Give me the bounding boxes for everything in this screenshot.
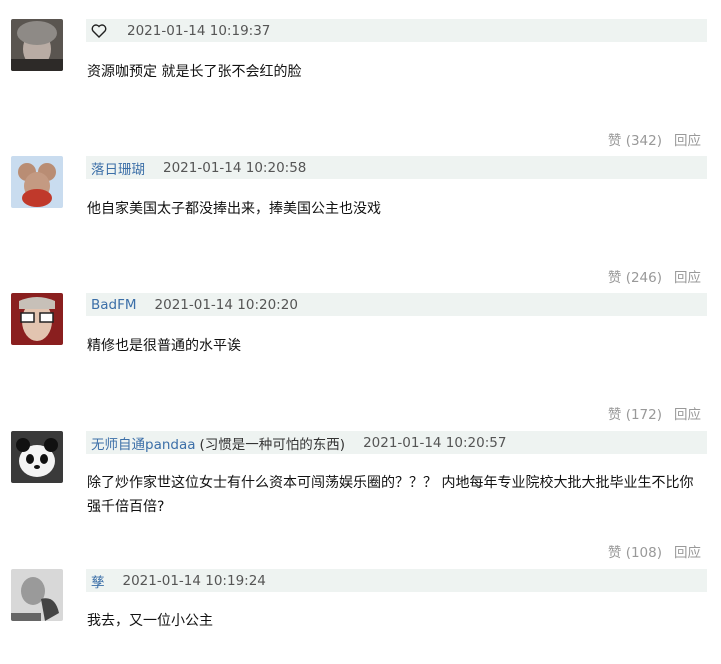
- comment-timestamp: 2021-01-14 10:19:37: [127, 22, 271, 39]
- username-link[interactable]: 孳: [86, 571, 105, 591]
- reply-button[interactable]: 回应: [674, 403, 701, 423]
- comment-actions: 赞 (108) 回应: [608, 541, 701, 561]
- comment-text: 精修也是很普通的水平诶: [87, 338, 241, 354]
- reply-button[interactable]: 回应: [674, 541, 701, 561]
- comment-text: 资源咖预定 就是长了张不会红的脸: [87, 64, 302, 80]
- comment-text: 除了炒作家世这位女士有什么资本可闯荡娱乐圈的？？？ 内地每年专业院校大批大批毕业…: [87, 475, 694, 515]
- user-signature: (习惯是一种可怕的东西): [199, 436, 346, 453]
- like-button[interactable]: 赞 (342): [608, 129, 662, 149]
- username-link[interactable]: BadFM: [86, 297, 137, 313]
- comment-actions: 赞 (246) 回应: [608, 266, 701, 286]
- avatar[interactable]: [11, 431, 63, 483]
- comment-header: 2021-01-14 10:19:37: [86, 19, 707, 42]
- reply-button[interactable]: 回应: [674, 266, 701, 286]
- avatar[interactable]: [11, 293, 63, 345]
- comment-actions: 赞 (172) 回应: [608, 403, 701, 423]
- like-button[interactable]: 赞 (246): [608, 266, 662, 286]
- reply-button[interactable]: 回应: [674, 129, 701, 149]
- heart-icon[interactable]: [91, 23, 107, 38]
- avatar[interactable]: [11, 569, 63, 621]
- like-button[interactable]: 赞 (108): [608, 541, 662, 561]
- avatar[interactable]: [11, 156, 63, 208]
- comment-timestamp: 2021-01-14 10:20:58: [163, 159, 307, 176]
- comment-actions: 赞 (342) 回应: [608, 129, 701, 149]
- comment-header: 落日珊瑚 2021-01-14 10:20:58: [86, 156, 707, 179]
- like-button[interactable]: 赞 (172): [608, 403, 662, 423]
- comment-timestamp: 2021-01-14 10:20:20: [154, 296, 298, 313]
- comment-header: 孳 2021-01-14 10:19:24: [86, 569, 707, 592]
- comment-timestamp: 2021-01-14 10:19:24: [122, 572, 266, 589]
- avatar[interactable]: [11, 19, 63, 71]
- comment-timestamp: 2021-01-14 10:20:57: [363, 434, 507, 451]
- username-link[interactable]: 落日珊瑚: [86, 158, 145, 178]
- comment-text: 他自家美国太子都没捧出来，捧美国公主也没戏: [87, 201, 381, 217]
- comment-header: 无师自通pandaa (习惯是一种可怕的东西) 2021-01-14 10:20…: [86, 431, 707, 454]
- comment-text: 我去，又一位小公主: [87, 613, 213, 629]
- comment-header: BadFM 2021-01-14 10:20:20: [86, 293, 707, 316]
- username-link[interactable]: 无师自通pandaa: [86, 433, 196, 453]
